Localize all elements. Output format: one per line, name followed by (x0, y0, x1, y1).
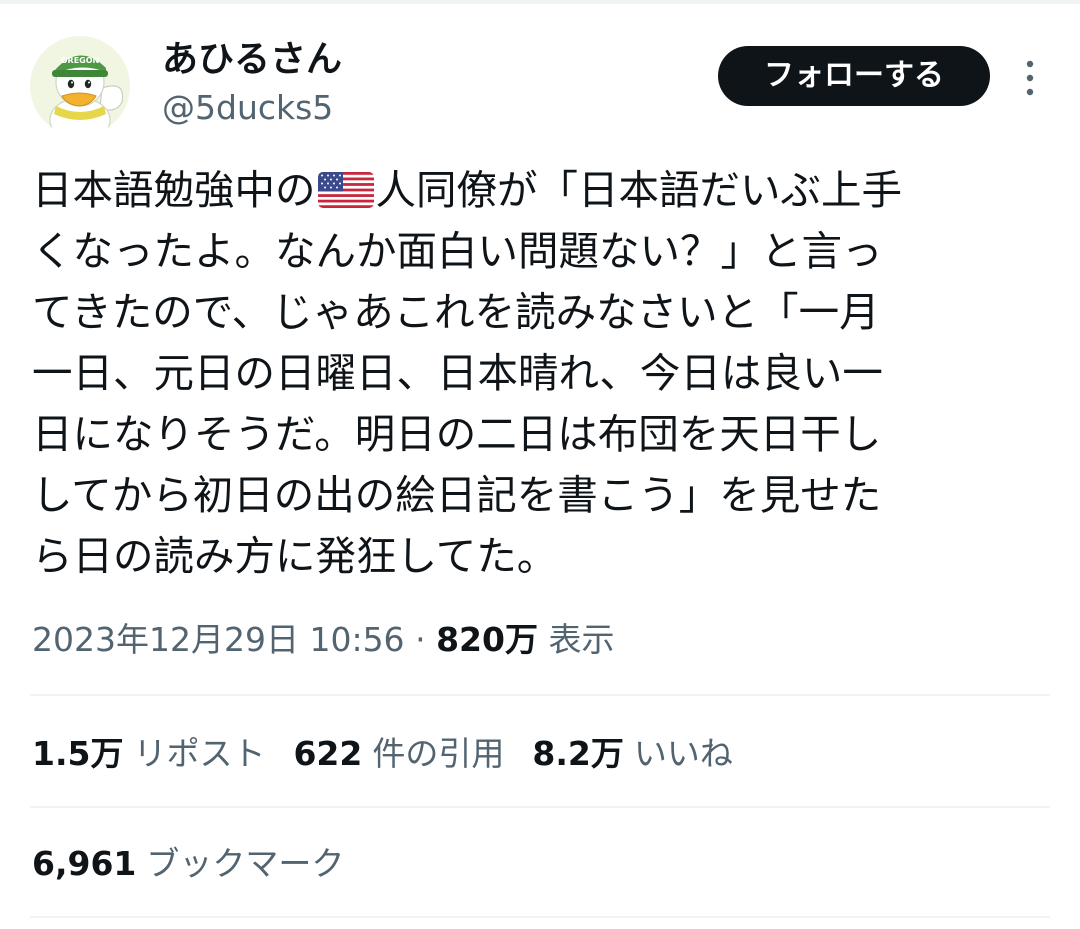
views-label: 表示 (548, 620, 615, 659)
quotes-stat[interactable]: 622 件の引用 (293, 726, 504, 782)
divider (30, 806, 1050, 808)
us-flag-icon (317, 172, 374, 208)
likes-count: 8.2万 (532, 734, 624, 773)
quotes-count: 622 (293, 734, 363, 773)
tweet-line: 日本語勉強中の 人同僚が「日本語だいぶ上手 (32, 166, 902, 214)
tweet-line: ら日の読み方に発狂してた。 (32, 532, 558, 580)
tweet-line: 日になりそうだ。明日の二日は布団を天日干し (32, 410, 882, 458)
quotes-label: 件の引用 (372, 734, 505, 773)
author-handle[interactable]: @5ducks5 (162, 86, 333, 130)
more-vertical-icon[interactable] (1018, 58, 1042, 98)
bookmarks-stat[interactable]: 6,961 ブックマーク (32, 836, 344, 892)
tweet-line: てきたので、じゃあこれを読みなさいと「一月 (32, 288, 880, 336)
tweet-text: 日本語勉強中の 人同僚が「日本語だいぶ上手 くなったよ。なんか面白い問題ない？」… (32, 160, 1052, 587)
tweet-line: してから初日の出の絵日記を書こう」を見せた (32, 471, 882, 519)
reposts-label: リポスト (133, 734, 266, 773)
tweet-meta: 2023年12月29日 10:56 · 820万 表示 (32, 614, 614, 666)
duck-mascot-avatar-icon: OREGON (30, 36, 130, 136)
timestamp[interactable]: 2023年12月29日 10:56 (32, 620, 405, 659)
bookmarks-count: 6,961 (32, 844, 137, 883)
top-border (0, 0, 1080, 4)
author-display-name[interactable]: あひるさん (162, 38, 342, 82)
tweet-line: くなったよ。なんか面白い問題ない？」と言っ (32, 227, 883, 275)
likes-stat[interactable]: 8.2万 いいね (532, 726, 732, 782)
tweet-line: 一日、元日の日曜日、日本晴れ、今日は良い一 (32, 349, 883, 397)
views-count: 820万 (436, 620, 538, 659)
svg-text:OREGON: OREGON (61, 56, 100, 65)
follow-button[interactable]: フォローする (718, 46, 990, 106)
likes-label: いいね (633, 734, 733, 773)
divider (30, 916, 1050, 918)
reposts-stat[interactable]: 1.5万 リポスト (32, 726, 265, 782)
engagement-stats: 1.5万 リポスト 622 件の引用 8.2万 いいね (32, 726, 761, 782)
meta-separator: · (415, 620, 426, 659)
bookmarks-label: ブックマーク (146, 844, 345, 883)
reposts-count: 1.5万 (32, 734, 124, 773)
avatar[interactable]: OREGON (30, 36, 130, 136)
divider (30, 694, 1050, 696)
